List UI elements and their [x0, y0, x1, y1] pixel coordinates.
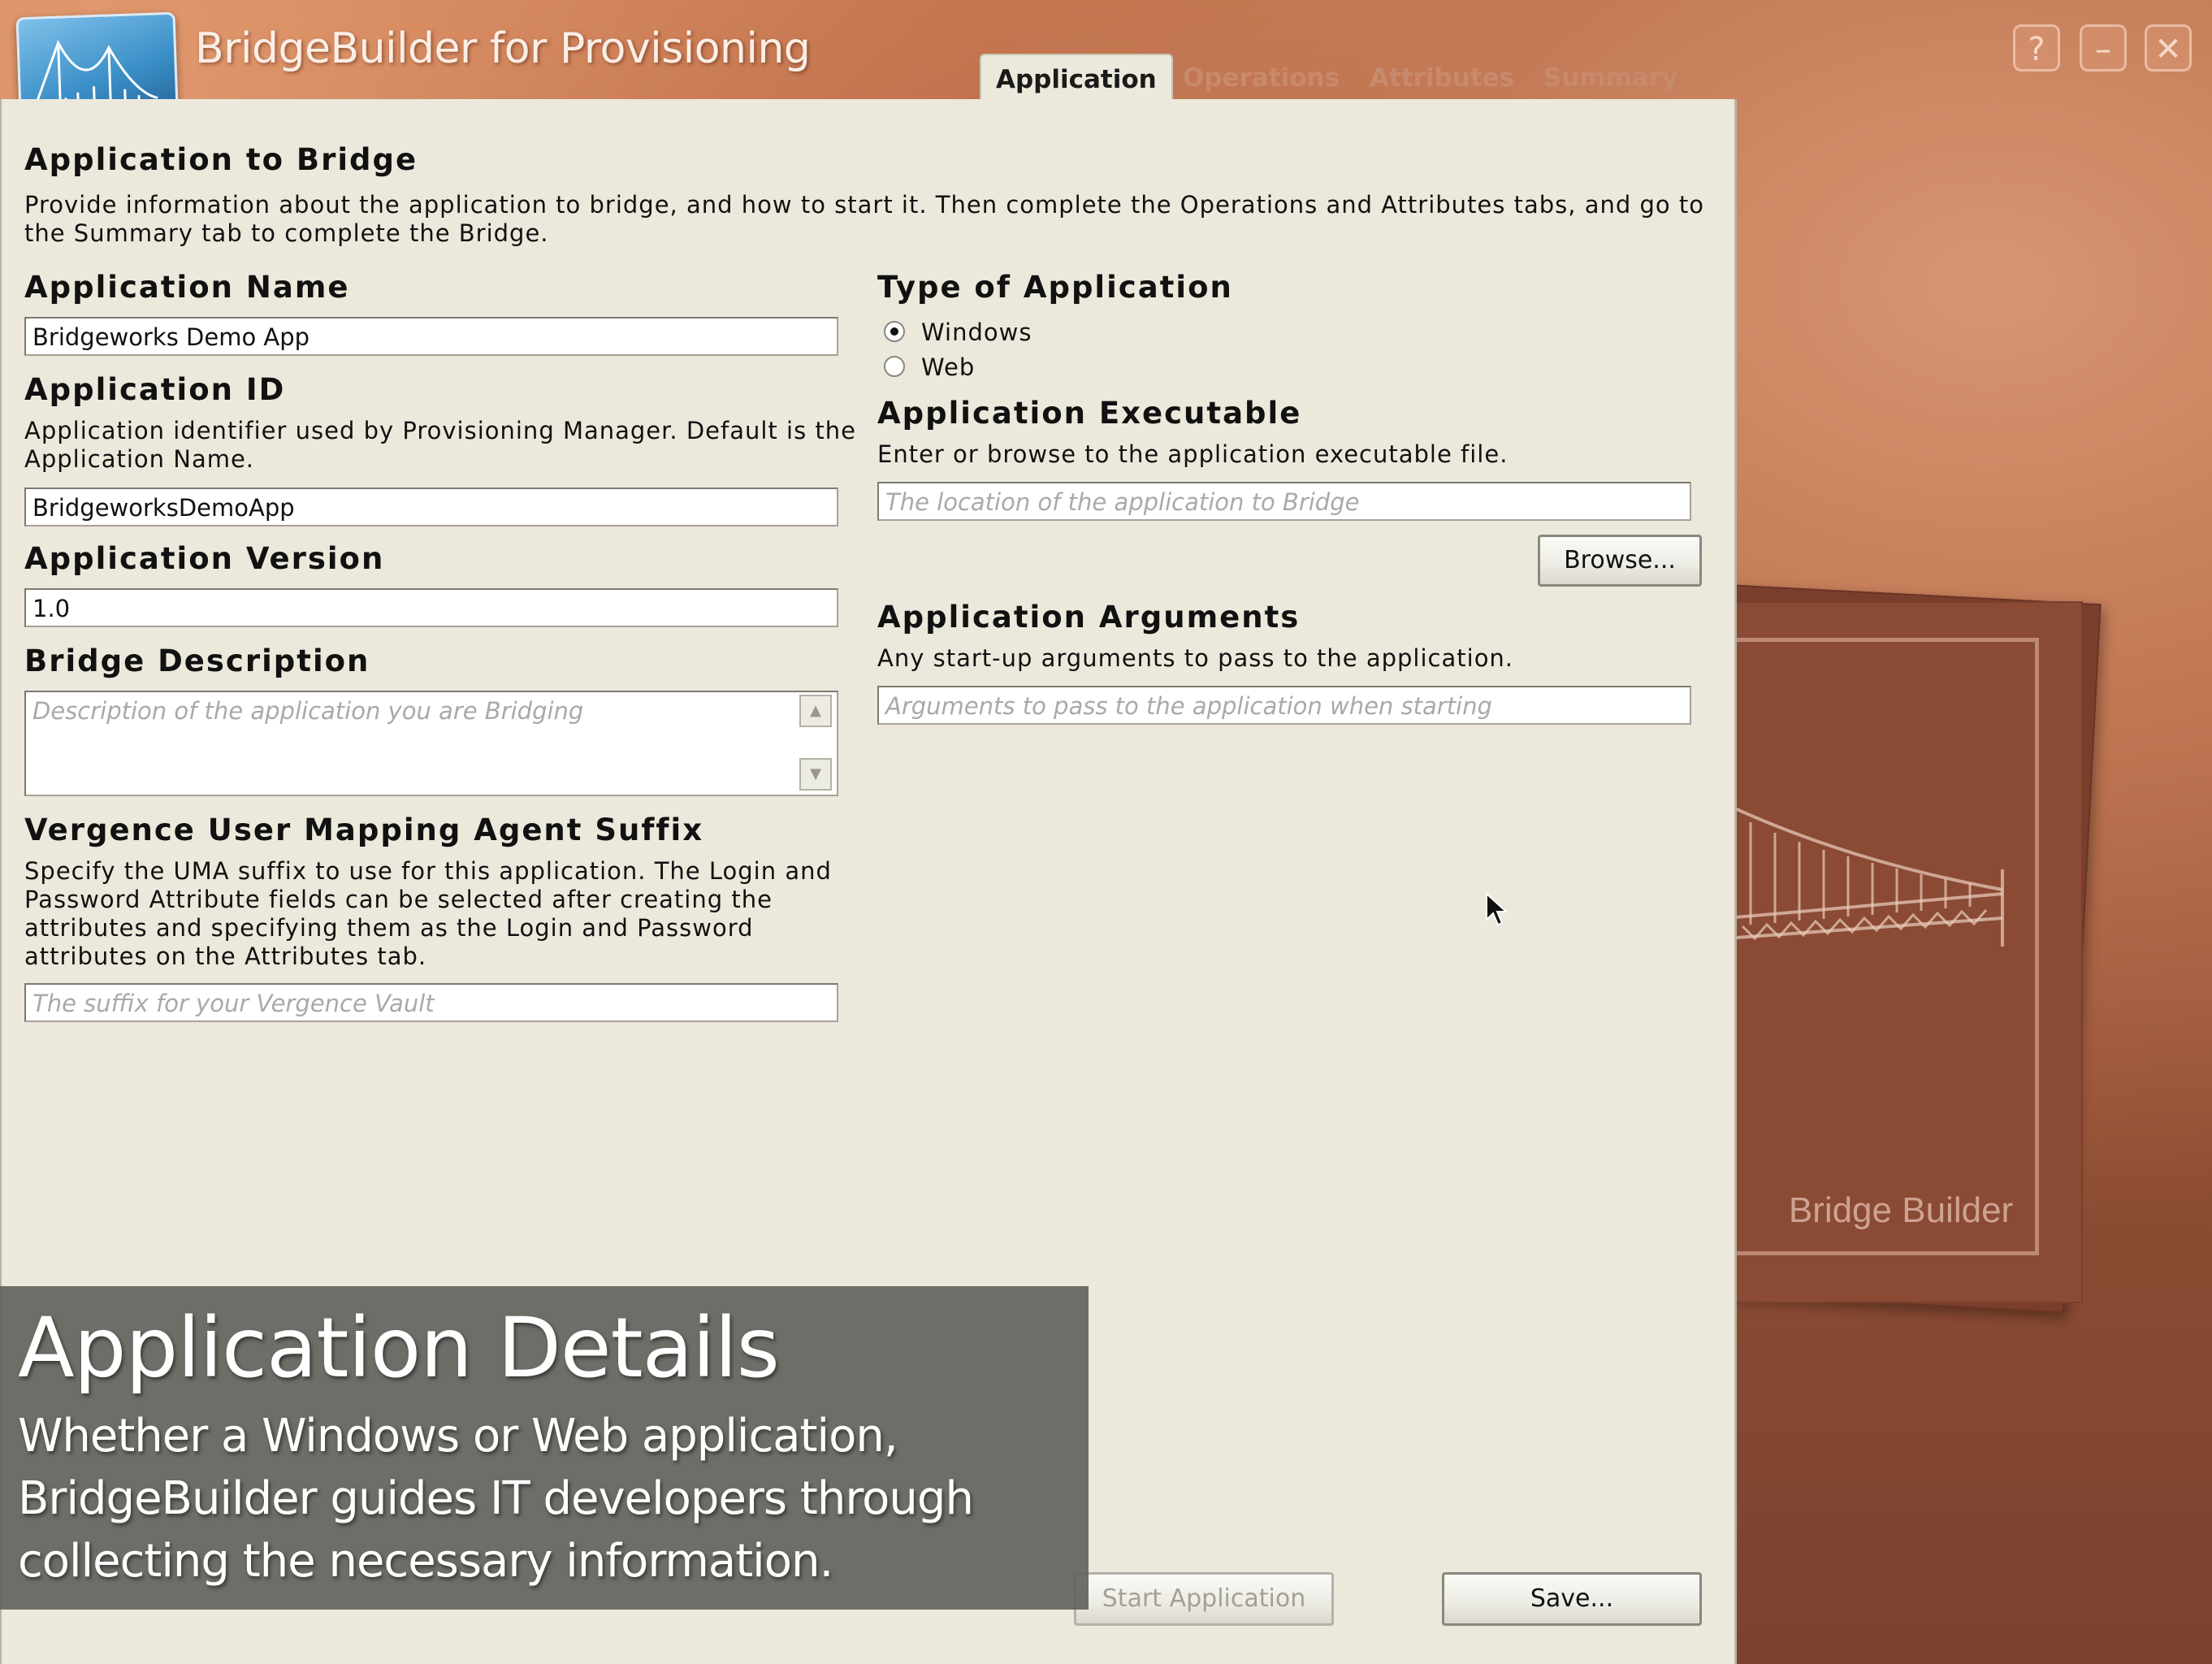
start-application-button[interactable]: Start Application [1074, 1572, 1334, 1626]
help-button[interactable]: ? [2013, 24, 2060, 72]
app-title: BridgeBuilder for Provisioning [195, 24, 811, 73]
caption-title: Application Details [18, 1300, 780, 1397]
bridge-description-textarea[interactable]: Description of the application you are B… [24, 691, 838, 796]
tab-attributes[interactable]: Attributes [1355, 57, 1529, 99]
minimize-icon: – [2095, 31, 2111, 68]
help-icon: ? [2028, 31, 2045, 68]
radio-windows-label: Windows [921, 318, 1032, 346]
save-button[interactable]: Save... [1442, 1572, 1702, 1626]
tab-application[interactable]: Application [980, 54, 1173, 104]
browse-button[interactable]: Browse... [1538, 535, 1702, 587]
tab-operations[interactable]: Operations [1168, 57, 1354, 99]
app-type-label: Type of Application [877, 270, 1233, 305]
close-button[interactable]: ✕ [2145, 24, 2192, 72]
uma-suffix-help-line-1: Specify the UMA suffix to use for this a… [24, 857, 832, 885]
scroll-up-button[interactable]: ▲ [799, 695, 832, 727]
app-arguments-input[interactable]: Arguments to pass to the application whe… [877, 686, 1691, 725]
intro-text-line-1: Provide information about the applicatio… [24, 191, 1704, 219]
app-arguments-help: Any start-up arguments to pass to the ap… [877, 644, 1514, 672]
bridge-illustration [1726, 803, 2004, 947]
uma-suffix-label: Vergence User Mapping Agent Suffix [24, 812, 704, 847]
close-icon: ✕ [2154, 31, 2182, 68]
radio-windows[interactable] [884, 321, 905, 342]
section-heading: Application to Bridge [24, 142, 418, 177]
uma-suffix-help-line-4: attributes on the Attributes tab. [24, 942, 427, 970]
background-card-text: Bridge Builder [1788, 1190, 2014, 1230]
app-name-label: Application Name [24, 270, 350, 305]
app-id-input[interactable]: BridgeworksDemoApp [24, 488, 838, 526]
radio-web-label: Web [921, 353, 976, 381]
app-id-help-line-2: Application Name. [24, 445, 255, 473]
caption-line-3: collecting the necessary information. [18, 1535, 833, 1588]
app-id-label: Application ID [24, 372, 286, 407]
app-version-label: Application Version [24, 541, 385, 576]
caption-line-2: BridgeBuilder guides IT developers throu… [18, 1472, 974, 1525]
bridge-description-label: Bridge Description [24, 644, 370, 678]
caption-line-1: Whether a Windows or Web application, [18, 1410, 898, 1462]
radio-web[interactable] [884, 356, 905, 377]
app-arguments-label: Application Arguments [877, 600, 1301, 635]
app-executable-help: Enter or browse to the application execu… [877, 440, 1509, 468]
scroll-down-button[interactable]: ▼ [799, 758, 832, 791]
uma-suffix-help-line-2: Password Attribute fields can be selecte… [24, 886, 773, 913]
intro-text-line-2: the Summary tab to complete the Bridge. [24, 219, 549, 247]
tab-summary[interactable]: Summary [1529, 57, 1692, 99]
uma-suffix-help-line-3: attributes and specifying them as the Lo… [24, 914, 754, 942]
app-name-input[interactable]: Bridgeworks Demo App [24, 317, 838, 356]
bridge-description-placeholder: Description of the application you are B… [32, 697, 584, 725]
app-id-help-line-1: Application identifier used by Provision… [24, 417, 856, 444]
uma-suffix-input[interactable]: The suffix for your Vergence Vault [24, 983, 838, 1022]
mouse-cursor-icon [1486, 892, 1509, 926]
app-executable-label: Application Executable [877, 396, 1302, 431]
minimize-button[interactable]: – [2080, 24, 2127, 72]
app-window: Bridge Builder BridgeBuilder for Provisi… [0, 0, 2212, 1664]
app-executable-input[interactable]: The location of the application to Bridg… [877, 482, 1691, 521]
app-version-input[interactable]: 1.0 [24, 588, 838, 627]
